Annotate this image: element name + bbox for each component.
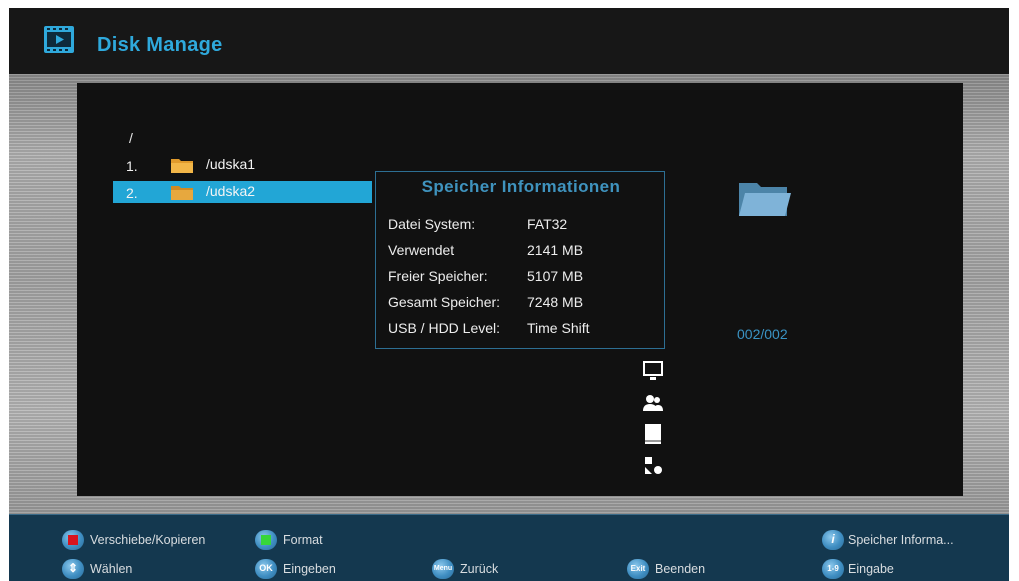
folder-icon [739,183,791,216]
info-label: Verwendet [388,242,455,258]
info-row-total: Gesamt Speicher: 7248 MB [388,294,658,314]
digits-button-icon: 1-9 [822,559,844,579]
book-icon [645,424,661,444]
hint-label: Verschiebe/Kopieren [90,533,206,547]
hint-label: Beenden [655,562,706,576]
info-value: 5107 MB [527,268,584,284]
ok-key-text: OK [259,563,273,573]
footer-hint-bar: Verschiebe/Kopieren Format i Speicher In… [9,514,1009,581]
digits-key-text: 1-9 [827,564,839,573]
info-row-free: Freier Speicher: 5107 MB [388,268,658,288]
monitor-icon [643,361,663,380]
updown-key-text: ⇕ [67,561,79,575]
hint-label: Zurück [460,562,499,576]
storage-info-title: Speicher Informationen [421,177,621,196]
page-title: Disk Manage [97,34,223,56]
info-value: 7248 MB [527,294,584,310]
item-number: 2. [126,185,138,201]
info-label: Datei System: [388,216,476,232]
info-label: Freier Speicher: [388,268,488,284]
menu-button-icon: Menu [432,559,454,579]
folder-icon [171,186,193,200]
info-key-text: i [831,532,835,546]
screen: Disk Manage / 1. /udska1 2. /udska2 Spei… [9,8,1009,581]
hint-label: Format [283,533,323,547]
info-label: Gesamt Speicher: [388,294,501,310]
info-row-used: Verwendet 2141 MB [388,242,658,262]
storage-info-box: Speicher Informationen Datei System: FAT… [375,171,665,349]
updown-arrows-icon: ⇕ [62,559,84,579]
file-list-item-udska2[interactable]: 2. /udska2 [113,181,372,203]
info-label: USB / HDD Level: [388,320,501,336]
ok-button-icon: OK [255,559,277,579]
hint-label: Wählen [90,562,133,576]
folder-icon [171,159,193,173]
info-value: Time Shift [527,320,590,336]
item-number: 1. [126,158,138,174]
file-list-item-udska1[interactable]: 1. /udska1 [113,154,372,176]
film-screen-icon [44,26,74,53]
users-icon [643,395,663,411]
item-name: /udska1 [206,156,256,172]
red-key-swatch [68,535,78,545]
info-button-icon: i [822,530,844,550]
main-panel: / 1. /udska1 2. /udska2 Speicher Informa… [77,83,963,496]
current-path: / [129,130,133,146]
header-bar: Disk Manage [9,8,1009,74]
green-button-icon [255,530,277,550]
hint-label: Eingabe [848,562,894,576]
page-counter: 002/002 [737,326,788,342]
info-value: 2141 MB [527,242,584,258]
info-row-level: USB / HDD Level: Time Shift [388,320,658,340]
hint-label: Eingeben [283,562,336,576]
info-row-file-system: Datei System: FAT32 [388,216,658,236]
item-name: /udska2 [206,183,256,199]
menu-key-text: Menu [433,565,453,572]
green-key-swatch [261,535,271,545]
exit-button-icon: Exit [627,559,649,579]
hint-label: Speicher Informa... [848,533,954,547]
exit-key-text: Exit [630,564,646,573]
red-button-icon [62,530,84,550]
info-value: FAT32 [527,216,568,232]
shapes-icon [645,457,662,474]
